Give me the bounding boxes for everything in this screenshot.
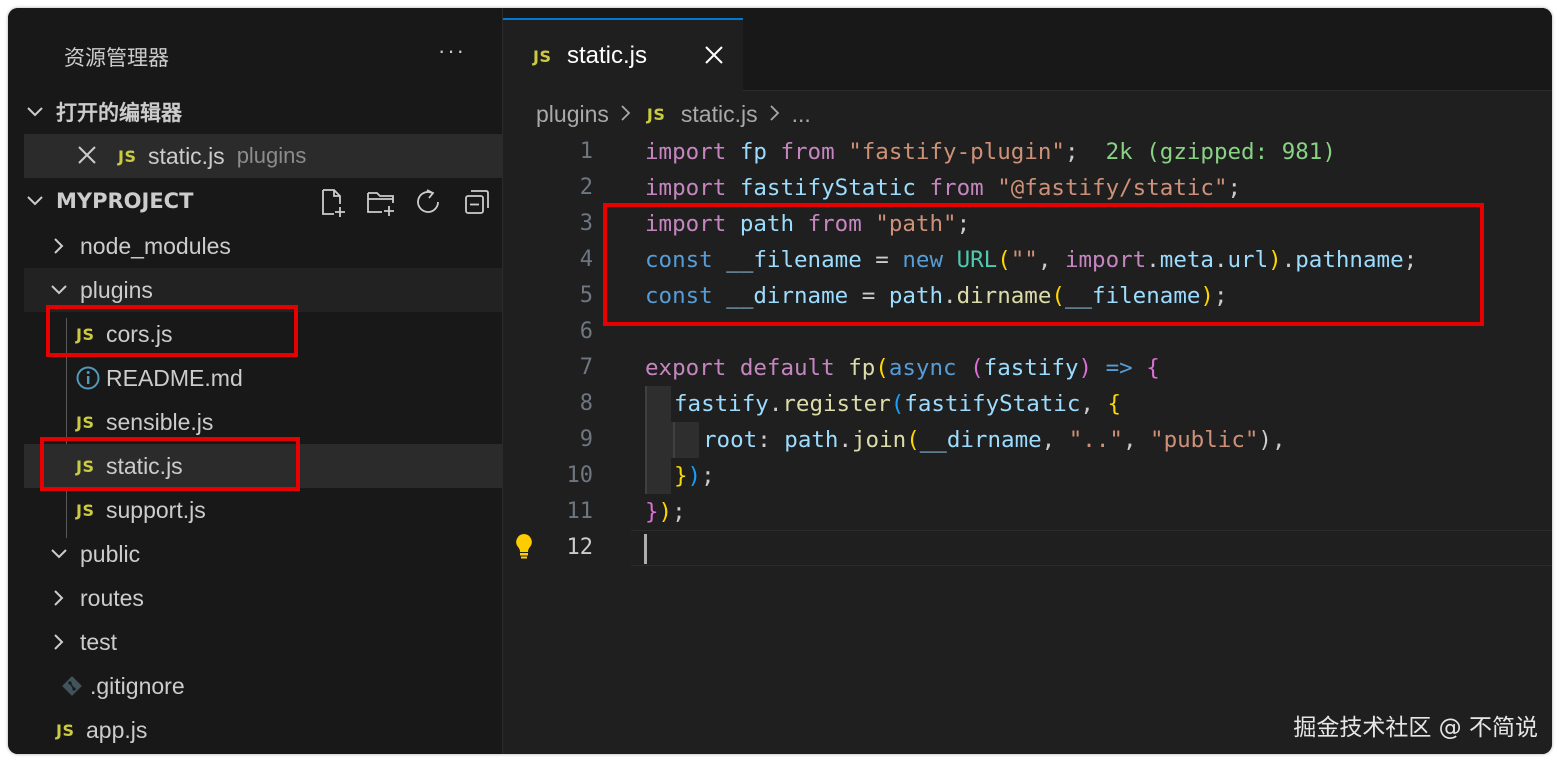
line-number: 9 [579,427,593,452]
explorer-sidebar: 资源管理器 ··· 打开的编辑器 JS static.js plugins MY… [8,8,503,754]
tab-static-js[interactable]: JS static.js [503,18,743,92]
new-file-icon[interactable] [318,187,348,217]
tree-item-label: cors.js [106,320,173,347]
line-number: 11 [566,499,594,524]
tab-bar: JS static.js [503,8,1552,92]
javascript-file-icon: JS [76,324,95,344]
tree-item-label: support.js [106,496,206,523]
tree-item-label: sensible.js [106,408,214,435]
line-number: 6 [579,319,593,344]
code-line-8: fastify.register(fastifyStatic, { [674,391,1122,417]
line-number: 5 [579,283,593,308]
javascript-file-icon: JS [533,46,552,66]
breadcrumb-file[interactable]: static.js [681,101,758,128]
open-editors-label: 打开的编辑器 [56,101,182,125]
tree-item-label: README.md [106,364,243,391]
tree-item-node-modules[interactable]: node_modules [24,224,502,268]
tree-item-routes[interactable]: routes [24,576,502,620]
javascript-file-icon: JS [646,104,666,124]
line-number: 8 [579,391,593,416]
tree-item-cors-js[interactable]: JS cors.js [24,312,502,356]
project-label: MYPROJECT [56,189,194,213]
chevron-down-icon [48,279,70,301]
info-icon [76,365,106,391]
code-line-3: import path from "path"; [645,211,971,237]
code-area[interactable]: import fp from "fastify-plugin"; 2k (gzi… [645,134,1417,525]
code-line-9: root: path.join(__dirname, "..", "public… [703,427,1286,453]
close-icon[interactable] [703,44,725,66]
javascript-file-icon: JS [56,720,75,740]
tree-item-plugins[interactable]: plugins [24,268,502,312]
open-editor-item[interactable]: JS static.js plugins [24,134,502,178]
vscode-window: 资源管理器 ··· 打开的编辑器 JS static.js plugins MY… [8,8,1552,754]
tree-item-support-js[interactable]: JS support.js [24,488,502,532]
line-number: 7 [579,355,593,380]
code-line-1: import fp from "fastify-plugin"; 2k (gzi… [645,139,1336,165]
code-line-11: }); [645,499,686,525]
project-actions [318,187,492,217]
breadcrumb: plugins JS static.js ... [536,96,811,132]
javascript-file-icon: JS [118,146,137,166]
chevron-right-icon [768,101,782,128]
chevron-down-icon [48,543,70,565]
close-icon[interactable] [76,144,106,168]
lightbulb-icon[interactable] [513,532,535,560]
tree-item-test[interactable]: test [24,620,502,664]
tree-item-app-js[interactable]: JS app.js [24,708,502,752]
text-cursor [644,534,647,564]
editor-pane: JS static.js plugins JS static.js ... 1 [503,8,1552,754]
code-line-2: import fastifyStatic from "@fastify/stat… [645,175,1242,201]
indent-highlight [645,458,671,494]
open-editor-path: plugins [236,143,307,168]
code-line-4: const __filename = new URL("", import.me… [645,247,1418,273]
line-number: 3 [579,211,593,236]
tree-item-label: .gitignore [90,672,185,699]
tree-item-sensible-js[interactable]: JS sensible.js [24,400,502,444]
tree-item-label: test [80,628,118,655]
explorer-title: 资源管理器 [64,46,169,70]
tab-label: static.js [567,42,648,69]
refresh-icon[interactable] [414,187,444,217]
tree-item-label: public [80,540,141,567]
explorer-header: 资源管理器 ··· [8,8,502,100]
tree-item-gitignore[interactable]: .gitignore [24,664,502,708]
chevron-right-icon [48,587,70,609]
import-cost-hint: 2k (gzipped: 981) [1078,139,1336,165]
javascript-file-icon: JS [76,500,95,520]
watermark: 掘金技术社区 @ 不简说 [1293,715,1538,741]
open-editor-filename: static.js [148,142,225,169]
tree-item-label: node_modules [80,232,231,259]
code-line-10: }); [674,463,715,489]
breadcrumb-folder[interactable]: plugins [536,101,609,128]
tree-item-readme[interactable]: README.md [24,356,502,400]
chevron-right-icon [48,235,70,257]
tree-item-label: static.js [106,452,183,479]
tree-item-label: routes [80,584,144,611]
current-line-highlight [631,530,1552,566]
tree-item-label: plugins [80,276,153,303]
tree-item-static-js[interactable]: JS static.js [24,444,502,488]
chevron-down-icon [24,190,46,212]
code-line-5: const __dirname = path.dirname(__filenam… [645,283,1228,309]
tree-item-public[interactable]: public [24,532,502,576]
javascript-file-icon: JS [76,412,95,432]
line-number: 10 [566,463,594,488]
more-actions-button[interactable]: ··· [438,38,466,64]
new-folder-icon[interactable] [366,187,396,217]
chevron-right-icon [48,631,70,653]
code-line-7: export default fp(async (fastify) => { [645,355,1160,381]
collapse-all-icon[interactable] [462,187,492,217]
line-number: 1 [579,139,593,164]
project-section-header[interactable]: MYPROJECT [24,181,502,221]
open-editors-section-header[interactable]: 打开的编辑器 [24,92,502,132]
line-number: 2 [579,175,593,200]
breadcrumb-symbols[interactable]: ... [792,101,811,128]
line-number: 4 [579,247,593,272]
git-icon [60,674,90,698]
chevron-right-icon [619,101,633,128]
chevron-down-icon [24,101,46,123]
tree-item-label: app.js [86,716,148,743]
javascript-file-icon: JS [76,456,95,476]
